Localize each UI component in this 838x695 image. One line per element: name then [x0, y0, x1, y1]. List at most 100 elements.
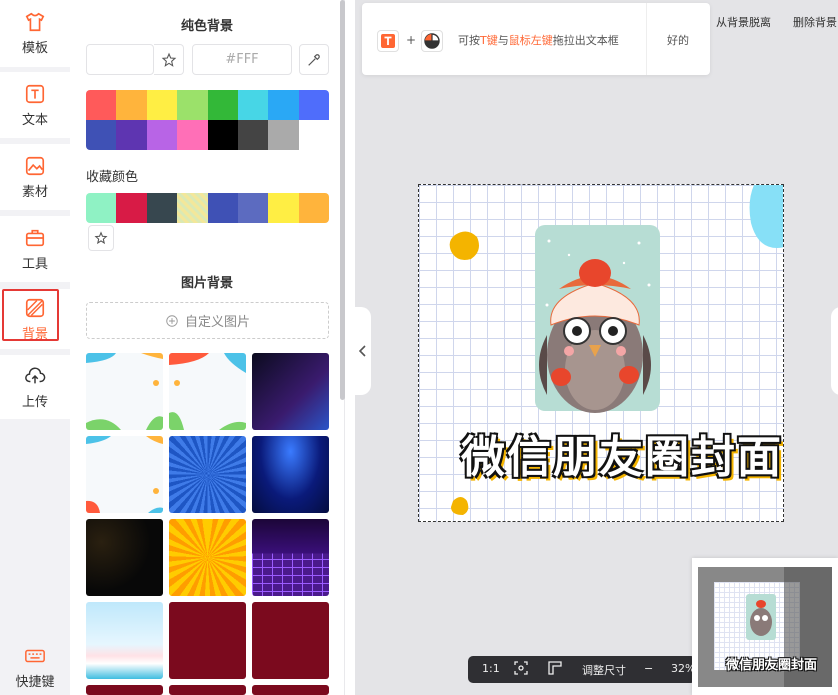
tip-text-mid: 与 — [497, 34, 509, 47]
canvas-title-text[interactable]: 微信朋友圈封面 — [461, 421, 783, 485]
delete-background-link[interactable]: 删除背景 — [793, 14, 837, 30]
solid-bg-title: 纯色背景 — [180, 19, 233, 34]
color-swatch[interactable] — [116, 90, 147, 120]
color-swatch[interactable] — [116, 120, 147, 150]
favorite-color-swatch[interactable] — [237, 193, 269, 223]
minimap[interactable]: 微信朋友圈封面 — [692, 558, 838, 695]
nav-item-text[interactable]: 文本 — [0, 72, 70, 138]
image-icon — [25, 156, 45, 175]
nav-item-template[interactable]: 模板 — [0, 0, 70, 67]
color-swatch[interactable] — [207, 120, 238, 150]
nav-label: 模板 — [21, 41, 48, 56]
nav-item-upload[interactable]: 上传 — [0, 355, 70, 419]
color-swatch[interactable] — [177, 120, 208, 150]
resize-button[interactable]: 调整尺寸 — [582, 662, 626, 678]
zoom-toolbar: 1:1 调整尺寸 − 32% — [468, 656, 696, 683]
panel-divider — [345, 0, 355, 695]
plus-circle-icon — [166, 314, 178, 327]
color-swatch[interactable] — [237, 90, 269, 120]
collapse-panel-button[interactable] — [355, 307, 371, 395]
bg-thumb[interactable] — [169, 436, 246, 513]
color-swatch[interactable] — [268, 90, 299, 120]
tip-key-mouse: 鼠标左键 — [508, 34, 553, 47]
favorite-color-swatch[interactable] — [116, 193, 147, 223]
tip-key-t: T键 — [480, 34, 498, 47]
color-swatch[interactable] — [86, 120, 117, 150]
color-swatch[interactable] — [86, 90, 117, 120]
upload-icon — [25, 366, 46, 383]
nav-label: 素材 — [21, 184, 48, 200]
custom-image-label: 自定义图片 — [184, 315, 250, 330]
bg-thumb[interactable] — [86, 685, 163, 695]
collapse-right-button[interactable] — [831, 307, 838, 395]
active-highlight-box — [2, 289, 59, 341]
key-mouse — [421, 30, 443, 52]
bg-thumb[interactable] — [169, 353, 246, 430]
detach-background-link[interactable]: 从背景脱离 — [716, 14, 771, 30]
favorite-color-swatch[interactable] — [146, 193, 178, 223]
favorite-color-swatch[interactable] — [207, 193, 238, 223]
favorite-color-swatch[interactable] — [86, 193, 117, 223]
favorite-color-swatch[interactable] — [298, 193, 329, 223]
color-swatch[interactable] — [146, 90, 178, 120]
favorite-colors-label: 收藏颜色 — [86, 170, 139, 185]
bg-thumb[interactable] — [86, 519, 163, 596]
chevron-left-icon — [359, 345, 366, 357]
bg-thumb[interactable] — [86, 436, 163, 513]
ruler-button[interactable] — [548, 661, 562, 678]
bg-thumb[interactable] — [252, 436, 329, 513]
color-swatch[interactable] — [146, 120, 178, 150]
nav-label: 工具 — [21, 256, 48, 272]
custom-image-button[interactable]: 自定义图片 — [86, 302, 329, 339]
eyedropper-icon — [308, 53, 320, 66]
background-thumbnails — [86, 353, 329, 695]
tip-text-post: 拖拉出文本框 — [552, 34, 619, 47]
minimap-title: 微信朋友圈封面 — [726, 658, 818, 673]
color-preview-input[interactable] — [86, 44, 154, 75]
color-swatch[interactable] — [298, 90, 329, 120]
fit-screen-button[interactable] — [514, 661, 528, 678]
favorite-colors — [86, 193, 329, 223]
nav-label: 快捷键 — [15, 675, 55, 690]
tip-text: 可按T键与鼠标左键拖拉出文本框 — [458, 32, 619, 48]
favorite-color-swatch[interactable] — [177, 193, 208, 223]
favorite-color-button[interactable] — [154, 44, 184, 75]
text-key-icon — [381, 34, 395, 48]
eyedropper-button[interactable] — [299, 44, 329, 75]
bg-thumb[interactable] — [252, 602, 329, 679]
add-favorite-button[interactable] — [88, 225, 114, 251]
owl-illustration — [535, 225, 660, 413]
color-swatch[interactable] — [268, 120, 299, 150]
bg-thumb-art — [86, 353, 163, 430]
bg-thumb[interactable] — [252, 519, 329, 596]
zoom-out-button[interactable]: − — [644, 662, 653, 675]
blue-blob-decor — [749, 185, 783, 248]
toolbox-icon — [25, 229, 45, 246]
fit-screen-icon — [514, 661, 528, 675]
color-swatch[interactable] — [237, 120, 269, 150]
nav-item-material[interactable]: 素材 — [0, 144, 70, 210]
color-palette — [86, 90, 329, 150]
bg-thumb-art — [86, 436, 163, 513]
nav-item-tools[interactable]: 工具 — [0, 216, 70, 282]
bg-thumb[interactable] — [86, 353, 163, 430]
tip-ok-button[interactable]: 好的 — [646, 32, 710, 48]
bg-thumb[interactable] — [169, 519, 246, 596]
ruler-icon — [548, 661, 562, 675]
favorite-color-swatch[interactable] — [268, 193, 299, 223]
bg-thumb[interactable] — [169, 685, 246, 695]
nav-item-shortcuts[interactable]: 快捷键 — [0, 640, 70, 695]
bg-thumb[interactable] — [169, 602, 246, 679]
plus-sign: + — [406, 33, 417, 47]
color-swatch[interactable] — [298, 120, 329, 150]
ratio-button[interactable]: 1:1 — [482, 662, 500, 675]
mouse-icon — [424, 33, 440, 49]
hex-color-input[interactable]: #FFF — [192, 44, 292, 75]
bg-thumb[interactable] — [86, 602, 163, 679]
design-canvas[interactable]: 微信朋友圈封面 — [418, 184, 784, 522]
key-t — [377, 30, 399, 52]
color-swatch[interactable] — [207, 90, 238, 120]
bg-thumb[interactable] — [252, 353, 329, 430]
color-swatch[interactable] — [177, 90, 208, 120]
bg-thumb[interactable] — [252, 685, 329, 695]
